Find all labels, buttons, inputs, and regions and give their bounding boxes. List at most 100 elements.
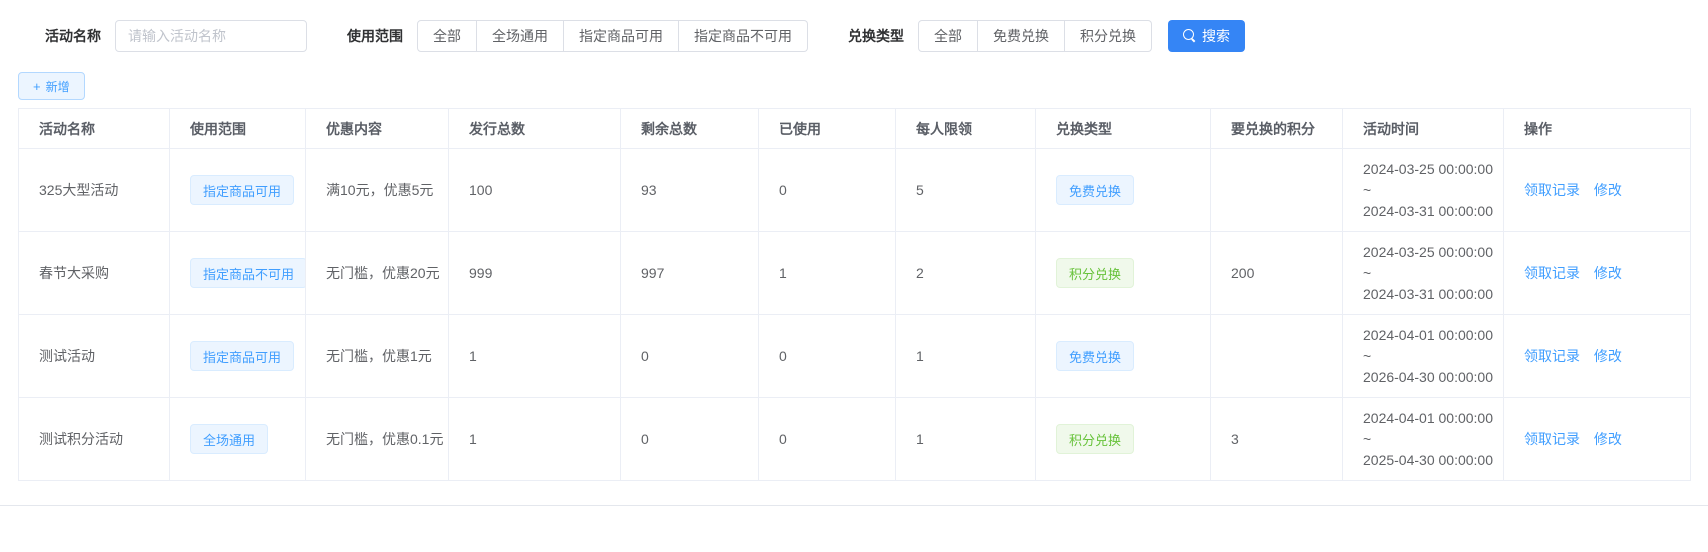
exchange-option-all[interactable]: 全部 (918, 20, 978, 52)
cell-remaining: 997 (621, 232, 759, 315)
claim-records-link[interactable]: 领取记录 (1524, 348, 1580, 364)
cell-discount-content: 无门槛，优惠1元 (306, 315, 449, 398)
table-row: 春节大采购 指定商品不可用 无门槛，优惠20元 999 997 1 2 积分兑换… (19, 232, 1691, 315)
cell-points-required: 200 (1211, 232, 1343, 315)
cell-activity-time: 2024-04-01 00:00:00 ~ 2026-04-30 00:00:0… (1343, 315, 1504, 398)
activity-name-label: 活动名称 (45, 26, 101, 46)
col-header-exchange-type: 兑换类型 (1036, 109, 1211, 149)
table-row: 测试积分活动 全场通用 无门槛，优惠0.1元 1 0 0 1 积分兑换 3 20… (19, 398, 1691, 481)
cell-used: 0 (759, 149, 896, 232)
scope-label: 使用范围 (347, 26, 403, 46)
filter-bar: 活动名称 使用范围 全部 全场通用 指定商品可用 指定商品不可用 兑换类型 全部… (0, 0, 1708, 52)
col-header-total-issued: 发行总数 (449, 109, 621, 149)
time-start: 2024-03-25 00:00:00 (1363, 159, 1503, 180)
cell-remaining: 0 (621, 398, 759, 481)
cell-actions: 领取记录 修改 (1504, 315, 1691, 398)
edit-link[interactable]: 修改 (1594, 348, 1622, 364)
cell-total-issued: 100 (449, 149, 621, 232)
cell-activity-name: 测试积分活动 (19, 398, 170, 481)
time-end: 2024-03-31 00:00:00 (1363, 284, 1503, 305)
cell-activity-name: 春节大采购 (19, 232, 170, 315)
cell-actions: 领取记录 修改 (1504, 149, 1691, 232)
time-separator: ~ (1363, 263, 1503, 284)
exchange-type-tag: 免费兑换 (1056, 341, 1134, 371)
scope-option-specified-unusable[interactable]: 指定商品不可用 (679, 20, 808, 52)
edit-link[interactable]: 修改 (1594, 182, 1622, 198)
exchange-type-tag: 积分兑换 (1056, 258, 1134, 288)
activity-management-page: 活动名称 使用范围 全部 全场通用 指定商品可用 指定商品不可用 兑换类型 全部… (0, 0, 1708, 506)
claim-records-link[interactable]: 领取记录 (1524, 182, 1580, 198)
table-header-row: 活动名称 使用范围 优惠内容 发行总数 剩余总数 已使用 每人限领 兑换类型 要… (19, 109, 1691, 149)
exchange-option-free[interactable]: 免费兑换 (978, 20, 1065, 52)
cell-activity-time: 2024-04-01 00:00:00 ~ 2025-04-30 00:00:0… (1343, 398, 1504, 481)
time-end: 2026-04-30 00:00:00 (1363, 367, 1503, 388)
cell-used: 0 (759, 315, 896, 398)
cell-used: 0 (759, 398, 896, 481)
scope-tag: 指定商品可用 (190, 175, 294, 205)
time-end: 2025-04-30 00:00:00 (1363, 450, 1503, 471)
scope-option-universal[interactable]: 全场通用 (477, 20, 564, 52)
activity-table: 活动名称 使用范围 优惠内容 发行总数 剩余总数 已使用 每人限领 兑换类型 要… (18, 108, 1691, 481)
scope-option-specified-usable[interactable]: 指定商品可用 (564, 20, 679, 52)
col-header-scope: 使用范围 (170, 109, 306, 149)
exchange-type-button-group: 全部 免费兑换 积分兑换 (918, 20, 1152, 52)
edit-link[interactable]: 修改 (1594, 265, 1622, 281)
cell-points-required (1211, 149, 1343, 232)
scope-tag: 全场通用 (190, 424, 268, 454)
edit-link[interactable]: 修改 (1594, 431, 1622, 447)
col-header-used: 已使用 (759, 109, 896, 149)
add-button[interactable]: + 新增 (18, 72, 85, 100)
scope-tag: 指定商品不可用 (190, 258, 306, 288)
cell-per-person-limit: 5 (896, 149, 1036, 232)
cell-used: 1 (759, 232, 896, 315)
scope-option-all[interactable]: 全部 (417, 20, 477, 52)
cell-per-person-limit: 1 (896, 398, 1036, 481)
col-header-activity-time: 活动时间 (1343, 109, 1504, 149)
col-header-points-required: 要兑换的积分 (1211, 109, 1343, 149)
time-start: 2024-03-25 00:00:00 (1363, 242, 1503, 263)
cell-per-person-limit: 1 (896, 315, 1036, 398)
cell-points-required: 3 (1211, 398, 1343, 481)
cell-activity-name: 测试活动 (19, 315, 170, 398)
cell-discount-content: 无门槛，优惠0.1元 (306, 398, 449, 481)
col-header-per-person-limit: 每人限领 (896, 109, 1036, 149)
time-separator: ~ (1363, 346, 1503, 367)
time-separator: ~ (1363, 180, 1503, 201)
add-button-label: 新增 (46, 78, 70, 95)
claim-records-link[interactable]: 领取记录 (1524, 265, 1580, 281)
cell-discount-content: 无门槛，优惠20元 (306, 232, 449, 315)
exchange-type-tag: 免费兑换 (1056, 175, 1134, 205)
time-start: 2024-04-01 00:00:00 (1363, 408, 1503, 429)
cell-actions: 领取记录 修改 (1504, 232, 1691, 315)
search-icon (1183, 29, 1196, 42)
time-end: 2024-03-31 00:00:00 (1363, 201, 1503, 222)
toolbar: + 新增 (0, 52, 1708, 108)
exchange-option-points[interactable]: 积分兑换 (1065, 20, 1152, 52)
time-separator: ~ (1363, 429, 1503, 450)
col-header-activity-name: 活动名称 (19, 109, 170, 149)
cell-remaining: 93 (621, 149, 759, 232)
cell-points-required (1211, 315, 1343, 398)
plus-icon: + (33, 80, 41, 93)
exchange-type-label: 兑换类型 (848, 26, 904, 46)
col-header-remaining: 剩余总数 (621, 109, 759, 149)
table-row: 325大型活动 指定商品可用 满10元，优惠5元 100 93 0 5 免费兑换… (19, 149, 1691, 232)
cell-activity-name: 325大型活动 (19, 149, 170, 232)
table-row: 测试活动 指定商品可用 无门槛，优惠1元 1 0 0 1 免费兑换 2024-0… (19, 315, 1691, 398)
cell-total-issued: 1 (449, 398, 621, 481)
cell-total-issued: 1 (449, 315, 621, 398)
exchange-type-tag: 积分兑换 (1056, 424, 1134, 454)
scope-button-group: 全部 全场通用 指定商品可用 指定商品不可用 (417, 20, 808, 52)
cell-activity-time: 2024-03-25 00:00:00 ~ 2024-03-31 00:00:0… (1343, 149, 1504, 232)
activity-table-wrap: 活动名称 使用范围 优惠内容 发行总数 剩余总数 已使用 每人限领 兑换类型 要… (18, 108, 1690, 481)
cell-remaining: 0 (621, 315, 759, 398)
search-button[interactable]: 搜索 (1168, 20, 1245, 52)
cell-discount-content: 满10元，优惠5元 (306, 149, 449, 232)
col-header-discount-content: 优惠内容 (306, 109, 449, 149)
cell-per-person-limit: 2 (896, 232, 1036, 315)
claim-records-link[interactable]: 领取记录 (1524, 431, 1580, 447)
cell-total-issued: 999 (449, 232, 621, 315)
activity-name-input[interactable] (115, 20, 307, 52)
cell-actions: 领取记录 修改 (1504, 398, 1691, 481)
time-start: 2024-04-01 00:00:00 (1363, 325, 1503, 346)
